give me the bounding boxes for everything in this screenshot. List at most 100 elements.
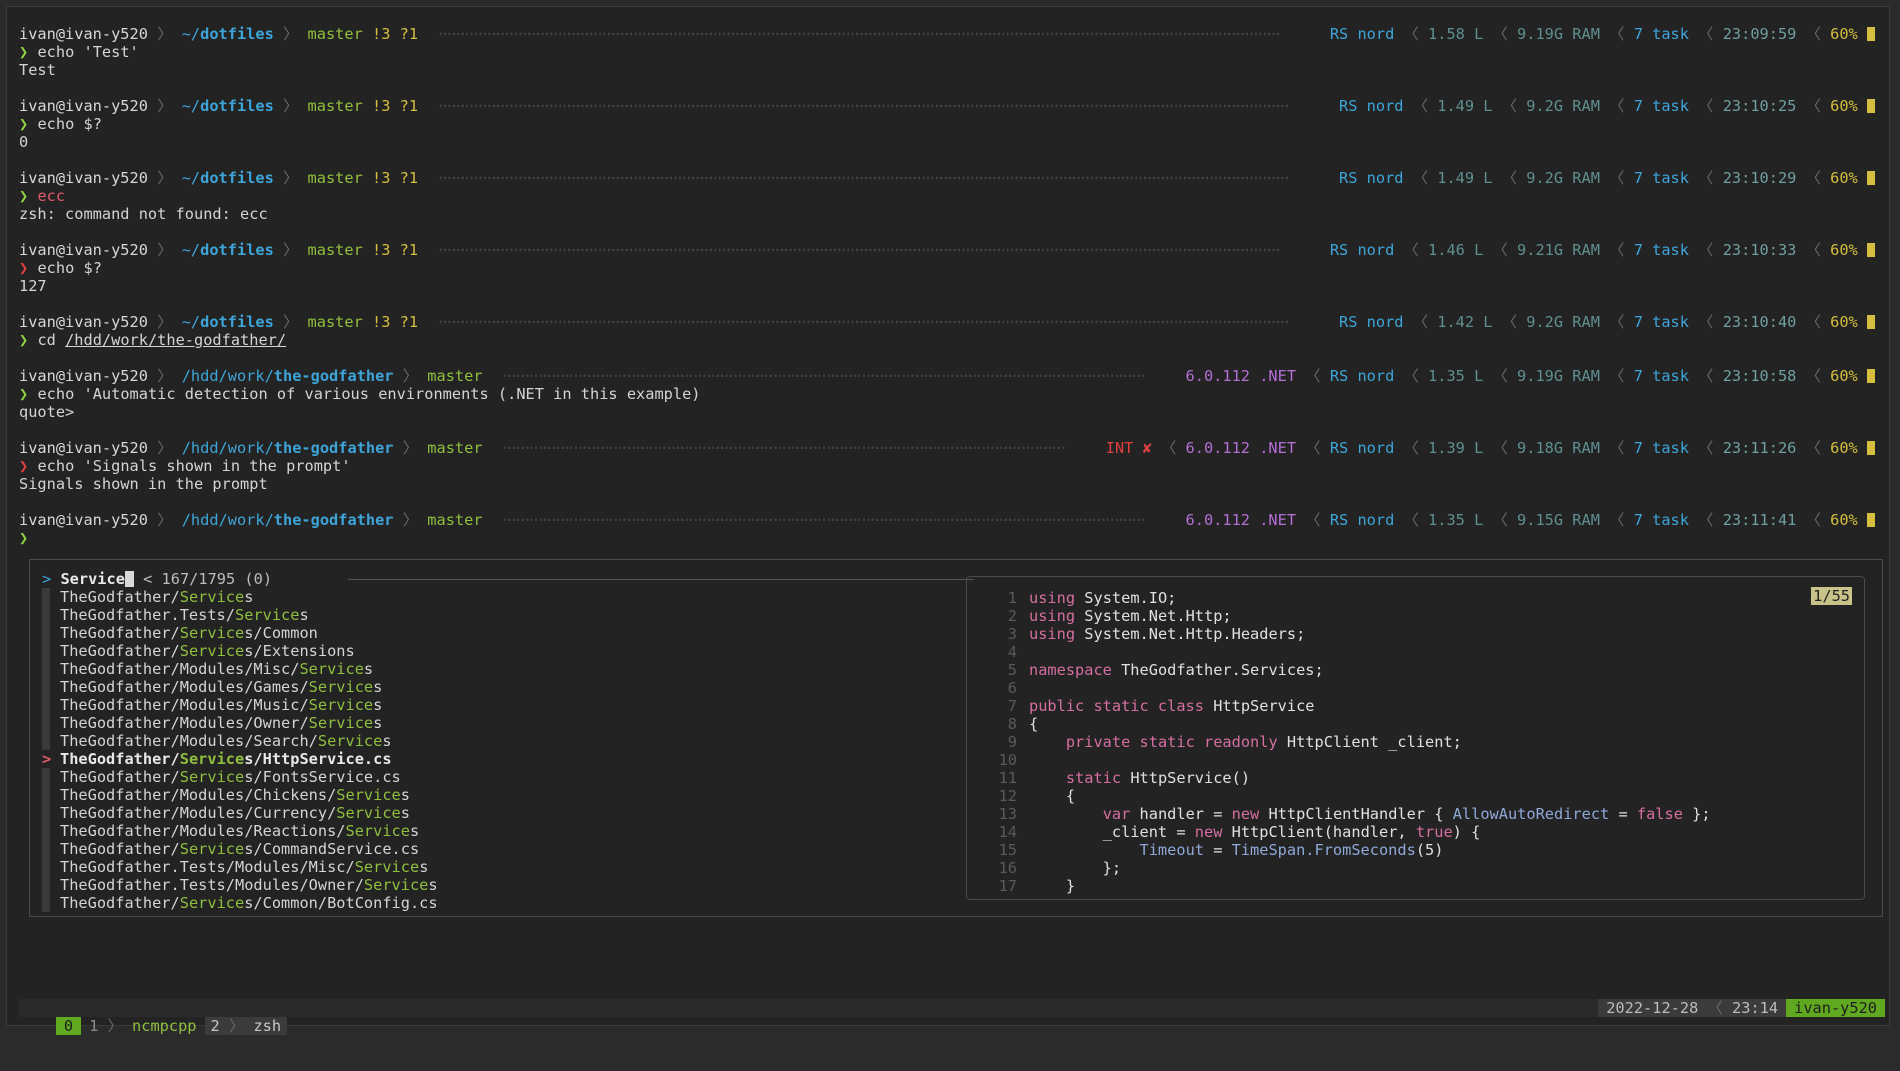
code-token: HttpService() <box>1121 769 1251 787</box>
line-number: 15 <box>998 841 1017 859</box>
ram-usage: 9.19G RAM <box>1517 25 1600 43</box>
command-line[interactable]: ❯ echo $? <box>19 115 1875 133</box>
fzf-result-item[interactable]: TheGodfather/Services <box>42 588 782 606</box>
fzf-result-item[interactable]: TheGodfather/Modules/Misc/Services <box>42 660 782 678</box>
fzf-query[interactable]: Service <box>60 570 124 588</box>
line-number: 8 <box>1007 715 1017 733</box>
fzf-result-item[interactable]: TheGodfather/Modules/Chickens/Services <box>42 786 782 804</box>
prompt-right: INT ✘ 〈 6.0.112 .NET 〈 RS nord 〈 1.39 L … <box>1106 439 1875 457</box>
dotnet-version: 6.0.112 .NET <box>1185 439 1297 457</box>
tmux-window-name: zsh <box>253 1017 282 1035</box>
tmux-window[interactable]: 2 〉 zsh <box>204 1017 288 1035</box>
fzf-result-item[interactable]: TheGodfather.Tests/Modules/Owner/Service… <box>42 876 782 894</box>
separator-icon: 〈 <box>1403 367 1419 385</box>
fzf-result-item[interactable]: TheGodfather/Modules/Currency/Services <box>42 804 782 822</box>
separator-icon: 〉 <box>283 169 299 187</box>
prompt-path-dir: dotfiles <box>200 313 274 331</box>
fzf-result-item[interactable]: TheGodfather/Services/FontsService.cs <box>42 768 782 786</box>
code-line: 1 using System.IO; <box>977 589 1711 607</box>
code-token: HttpClient _client; <box>1277 733 1462 751</box>
match-highlight: Service <box>179 624 245 642</box>
prompt-host: ivan@ivan-y520 <box>19 25 148 43</box>
fzf-result-item[interactable]: TheGodfather.Tests/Services <box>42 606 782 624</box>
tmux-session[interactable]: 0 <box>55 1017 82 1035</box>
fzf-result-item[interactable]: TheGodfather/Services/Extensions <box>42 642 782 660</box>
prompt-host: ivan@ivan-y520 <box>19 97 148 115</box>
fzf-finder[interactable]: > Service < 167/1795 (0) TheGodfather/Se… <box>29 559 1883 917</box>
code-token: Timeout <box>1139 841 1204 859</box>
code-token: TimeSpan.FromSeconds <box>1231 841 1416 859</box>
separator-icon: 〈 <box>1501 97 1518 115</box>
command-line[interactable]: ❯ <box>19 529 1875 547</box>
fzf-result-item[interactable]: TheGodfather/Modules/Owner/Services <box>42 714 782 732</box>
fzf-query-line[interactable]: > Service < 167/1795 (0) <box>42 570 272 588</box>
line-number: 5 <box>1007 661 1017 679</box>
command-line[interactable]: ❯ echo 'Test' <box>19 43 1875 61</box>
fzf-gutter <box>42 768 50 786</box>
code-line: 7 public static class HttpService <box>977 697 1711 715</box>
separator-icon: 〉 <box>402 511 419 529</box>
fzf-result-item[interactable]: TheGodfather/Modules/Music/Services <box>42 696 782 714</box>
fzf-result-item[interactable]: TheGodfather/Services/Common/BotConfig.c… <box>42 894 782 912</box>
task-count: 7 task <box>1633 313 1689 331</box>
fzf-result-item[interactable]: TheGodfather/Modules/Search/Services <box>42 732 782 750</box>
match-highlight: Service <box>299 660 364 678</box>
command-line[interactable]: ❯ echo 'Signals shown in the prompt' <box>19 457 1875 475</box>
git-status: !3 ?1 <box>372 169 419 187</box>
git-status: !3 ?1 <box>372 313 419 331</box>
line-number: 17 <box>998 877 1017 895</box>
prompt-line: ivan@ivan-y520 〉 /hdd/work/the-godfather… <box>19 367 1875 385</box>
tmux-window[interactable]: 1 〉 ncmpcpp <box>81 1017 204 1035</box>
separator-icon: 〈 <box>1805 169 1821 187</box>
separator-icon: 〈 <box>1403 25 1419 43</box>
command-line[interactable]: ❯ cd /hdd/work/the-godfather/ <box>19 331 1875 349</box>
line-number: 4 <box>1007 643 1017 661</box>
fzf-preview-pane[interactable]: 1/55 1 using System.IO; 2 using System.Net.… <box>966 576 1865 900</box>
separator-icon: 〈 <box>1805 97 1821 115</box>
separator-icon: 〈 <box>1161 439 1177 457</box>
line-number: 7 <box>1007 697 1017 715</box>
match-highlight: Service <box>308 678 374 696</box>
code-token: static <box>1065 769 1122 787</box>
separator-icon: 〉 <box>157 241 173 259</box>
command-output: 0 <box>19 133 29 151</box>
separator-icon: 〈 <box>1305 367 1321 385</box>
terminal-window[interactable]: ivan@ivan-y520 〉 ~/dotfiles 〉 master !3 … <box>6 6 1890 1035</box>
battery-icon <box>1867 99 1875 113</box>
code-token: = <box>1203 841 1232 859</box>
fzf-result-item[interactable]: TheGodfather/Modules/Reactions/Services <box>42 822 782 840</box>
command-line[interactable]: ❯ ecc <box>19 187 1875 205</box>
fzf-result-item[interactable]: TheGodfather/Services/CommandService.cs <box>42 840 782 858</box>
prompt-line: ivan@ivan-y520 〉 ~/dotfiles 〉 master !3 … <box>19 97 1875 115</box>
fzf-result-item[interactable]: TheGodfather.Tests/Modules/Misc/Services <box>42 858 782 876</box>
separator-icon: 〉 <box>283 25 299 43</box>
code-line: 9 private static readonly HttpClient _cl… <box>977 733 1711 751</box>
prompt-time: 23:09:59 <box>1722 25 1797 43</box>
battery-icon <box>1867 171 1875 185</box>
separator-icon: 〈 <box>1305 511 1321 529</box>
fzf-gutter <box>42 660 50 678</box>
code-token: = <box>1609 805 1637 823</box>
code-line: 16 }; <box>977 859 1711 877</box>
preview-line-counter: 1/55 <box>1811 587 1852 605</box>
prompt-path-dir: dotfiles <box>200 169 274 187</box>
separator-icon: 〈 <box>1609 25 1625 43</box>
task-count: 7 task <box>1633 169 1689 187</box>
signal-indicator: INT ✘ <box>1105 439 1152 457</box>
tmux-host: ivan-y520 <box>1786 999 1885 1017</box>
separator-icon: 〈 <box>1492 511 1508 529</box>
code-token: namespace <box>1029 661 1112 679</box>
fzf-result-item[interactable]: TheGodfather/Services/Common <box>42 624 782 642</box>
code-token: System.Net.Http.Headers; <box>1075 625 1306 643</box>
prompt-path-prefix: /hdd/work/ <box>181 439 274 457</box>
rust-toolchain: RS nord <box>1329 511 1395 529</box>
task-count: 7 task <box>1633 241 1689 259</box>
command-line[interactable]: ❯ echo $? <box>19 259 1875 277</box>
fzf-result-list[interactable]: TheGodfather/Services TheGodfather.Tests/… <box>42 588 782 912</box>
command-line[interactable]: ❯ echo 'Automatic detection of various e… <box>19 385 1875 403</box>
prompt-path-prefix: ~/ <box>181 313 201 331</box>
fzf-result-item[interactable]: TheGodfather/Modules/Games/Services <box>42 678 782 696</box>
code-line: 3 using System.Net.Http.Headers; <box>977 625 1711 643</box>
separator-icon: 〈 <box>1501 169 1518 187</box>
fzf-result-item[interactable]: > TheGodfather/Services/HttpService.cs <box>42 750 782 768</box>
